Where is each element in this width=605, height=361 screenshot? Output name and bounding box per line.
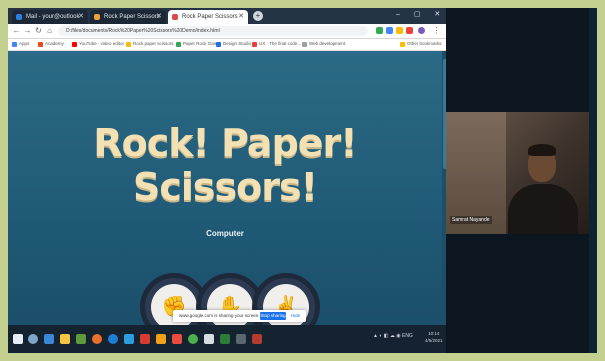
browser-tab[interactable]: Mail - your@outlook ✕ (12, 10, 88, 24)
stop-sharing-button[interactable]: Stop sharing (260, 312, 286, 320)
apps-grid-icon (12, 42, 17, 47)
forward-arrow-icon[interactable]: → (23, 26, 32, 35)
task-view-icon[interactable] (44, 334, 54, 344)
other-bookmarks[interactable]: Other bookmarks (400, 41, 442, 47)
firefox-icon[interactable] (92, 334, 102, 344)
bookmark-item[interactable]: Design Studio (216, 41, 252, 47)
bookmark-label: Rock paper scissors (133, 41, 174, 46)
extension-icon[interactable] (376, 27, 383, 34)
bookmark-label: Academy (45, 41, 64, 46)
tab-favicon-icon (172, 14, 178, 20)
extension-icon[interactable] (396, 27, 403, 34)
bookmark-favicon-icon (252, 42, 257, 47)
window-controls[interactable]: – ▢ ✕ (396, 10, 446, 18)
tab-favicon-icon (94, 14, 100, 20)
bookmark-label: Paper Rock Game (183, 41, 221, 46)
dark-panel (446, 234, 589, 353)
clock-date: 4/5/2021 (425, 338, 443, 343)
browser-tab-active[interactable]: Rock Paper Scissors ✕ (168, 10, 248, 24)
person-body (508, 184, 578, 234)
media-player-icon[interactable] (140, 334, 150, 344)
bookmark-favicon-icon (72, 42, 77, 47)
bookmark-favicon-icon (216, 42, 221, 47)
computer-label: Computer (206, 229, 244, 238)
hide-button[interactable]: Hide (288, 312, 303, 320)
taskbar-clock[interactable]: 10:14 4/5/2021 (425, 330, 443, 344)
screen-share-bar: www.google.com is sharing your screen. S… (173, 310, 306, 322)
browser-tab[interactable]: Rock Paper Scissors ✕ (90, 10, 166, 24)
app-icon[interactable] (220, 334, 230, 344)
bookmark-item[interactable]: Rock paper scissors (126, 41, 174, 47)
photo-frame: Mail - your@outlook ✕ Rock Paper Scissor… (0, 0, 605, 361)
bookmark-item[interactable]: Paper Rock Game (176, 41, 221, 47)
windows-taskbar: ▲ ◐ ◧ ☁ ◉ ENG 10:14 4/5/2021 (8, 325, 448, 353)
bookmark-item[interactable]: YouTube · video editor (72, 41, 124, 47)
close-tab-icon[interactable]: ✕ (156, 10, 162, 24)
tab-label: Rock Paper Scissors (182, 14, 238, 20)
app-icon[interactable] (252, 334, 262, 344)
bookmark-label: Other bookmarks (407, 41, 442, 46)
extension-icon[interactable] (406, 27, 413, 34)
bookmark-label: Design Studio (223, 41, 252, 46)
close-tab-icon[interactable]: ✕ (238, 10, 244, 24)
share-status-text: www.google.com is sharing your screen. (179, 313, 260, 318)
close-tab-icon[interactable]: ✕ (78, 10, 84, 24)
bookmarks-bar: Apps Academy YouTube · video editor Rock… (8, 39, 448, 51)
app-icon[interactable] (236, 334, 246, 344)
participant-name: Samrat Nayande (450, 216, 492, 224)
app-icon[interactable] (76, 334, 86, 344)
dark-panel (446, 8, 589, 112)
chrome-icon[interactable] (188, 334, 198, 344)
system-tray[interactable]: ▲ ◐ ◧ ☁ ◉ ENG (373, 333, 413, 339)
bookmark-favicon-icon (176, 42, 181, 47)
browser-tab-bar: Mail - your@outlook ✕ Rock Paper Scissor… (8, 8, 448, 24)
store-icon[interactable] (124, 334, 134, 344)
profile-avatar-icon[interactable] (418, 27, 425, 34)
bookmark-favicon-icon (302, 42, 307, 47)
bookmark-label: YouTube · video editor (79, 41, 124, 46)
monitor-screen: Mail - your@outlook ✕ Rock Paper Scissor… (8, 8, 597, 353)
bookmark-item[interactable]: UX · The final code... (252, 41, 302, 47)
tab-label: Mail - your@outlook (26, 14, 80, 20)
bookmark-item[interactable]: Web development (302, 41, 346, 47)
app-icon[interactable] (172, 334, 182, 344)
bookmark-favicon-icon (126, 42, 131, 47)
home-icon[interactable]: ⌂ (45, 26, 54, 35)
start-windows-icon[interactable] (13, 334, 23, 344)
extension-icon[interactable] (386, 27, 393, 34)
vlc-icon[interactable] (156, 334, 166, 344)
new-tab-button[interactable]: + (253, 11, 263, 21)
bookmark-item[interactable]: Academy (38, 41, 64, 47)
search-icon[interactable] (28, 334, 38, 344)
bookmark-item[interactable]: Apps (12, 41, 30, 47)
address-bar[interactable]: D:/files/documents/Rock%20Paper%20Scisso… (58, 26, 368, 36)
webcam-feed: Samrat Nayande (446, 112, 589, 234)
bookmark-label: Apps (19, 41, 30, 46)
bookmark-label: UX · The final code... (259, 41, 302, 46)
bookmark-label: Web development (309, 41, 346, 46)
person-hair (528, 144, 556, 156)
clock-time: 10:14 (428, 331, 440, 336)
tab-label: Rock Paper Scissors (104, 14, 160, 20)
app-icon[interactable] (204, 334, 214, 344)
game-page: Rock! Paper! Scissors! Computer ✊ ✋ ✌ (8, 51, 442, 325)
back-arrow-icon[interactable]: ← (12, 26, 21, 35)
edge-icon[interactable] (108, 334, 118, 344)
bookmark-favicon-icon (38, 42, 43, 47)
page-title: Rock! Paper! Scissors! (93, 121, 357, 209)
file-explorer-icon[interactable] (60, 334, 70, 344)
menu-kebab-icon[interactable]: ⋮ (432, 26, 441, 35)
reload-icon[interactable]: ↻ (34, 26, 43, 35)
browser-toolbar: ← → ↻ ⌂ D:/files/documents/Rock%20Paper%… (8, 24, 448, 39)
tab-favicon-icon (16, 14, 22, 20)
folder-icon (400, 42, 405, 47)
